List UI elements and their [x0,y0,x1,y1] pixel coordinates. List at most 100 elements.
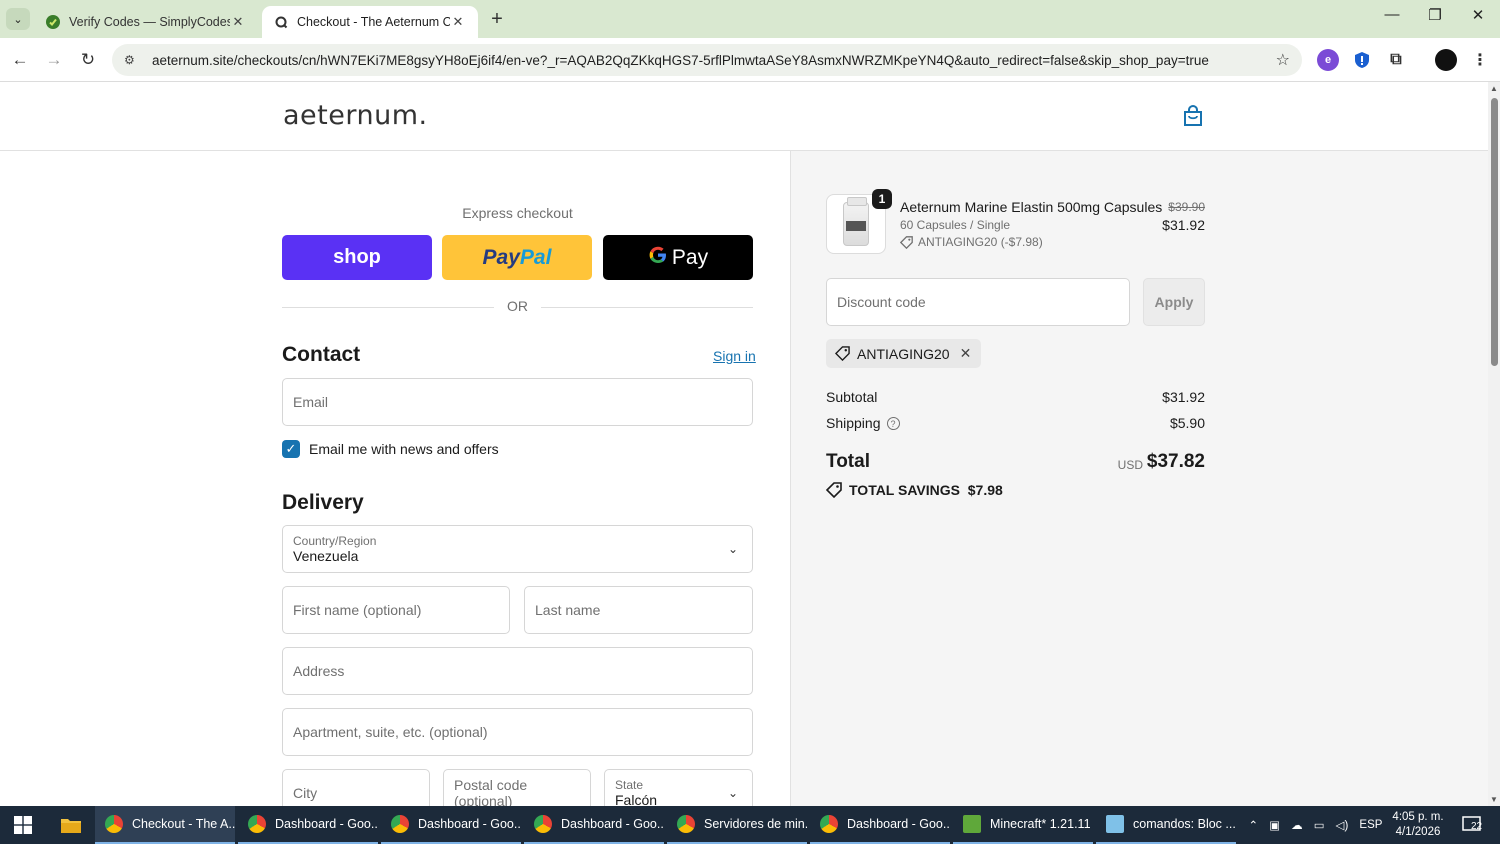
sign-in-link[interactable]: Sign in [713,348,756,364]
apply-button[interactable]: Apply [1143,278,1205,326]
google-g-icon [648,245,668,271]
country-label: Country/Region [293,533,377,548]
reload-icon[interactable]: ↻ [76,48,100,72]
close-tab-icon[interactable]: ✕ [450,14,466,30]
language-indicator[interactable]: ESP [1359,819,1382,831]
taskbar-item[interactable]: comandos: Bloc ... [1096,806,1236,844]
google-pay-label: Pay [671,245,709,269]
product-bottle-image [843,197,869,246]
tab-search-icon[interactable]: ⌄ [6,8,30,30]
shield-icon[interactable] [1351,49,1373,71]
postal-placeholder: Postal code (optional) [454,777,528,806]
total-savings: TOTAL SAVINGS $7.98 [826,482,1003,498]
last-name-field[interactable]: Last name [524,586,753,634]
applied-discount-code: ANTIAGING20 [857,345,950,362]
volume-icon[interactable]: ◁) [1336,818,1349,832]
chevron-up-icon[interactable]: ⌃ [1249,818,1259,832]
new-tab-button[interactable]: + [486,8,508,31]
cloud-icon[interactable]: ☁ [1291,818,1303,832]
tab-simplycodes[interactable]: Verify Codes — SimplyCodes ✕ [34,6,258,38]
shopping-bag-icon[interactable] [1183,104,1203,127]
product-variant: 60 Capsules / Single [900,218,1011,232]
paypal-button[interactable]: Pay Pal [442,235,592,280]
profile-avatar[interactable] [1435,49,1457,71]
store-logo[interactable]: aeternum. [283,100,428,131]
discount-code-input[interactable]: Discount code [826,278,1130,326]
taskbar-item-label: Minecraft* 1.21.11 [990,817,1091,831]
taskbar-item[interactable]: Dashboard - Goo... [381,806,521,844]
browser-toolbar: ← → ↻ ⚙ aeternum.site/checkouts/cn/hWN7E… [0,38,1500,82]
shop-pay-label: shop [333,246,381,268]
city-field[interactable]: City [282,769,430,806]
remove-discount-icon[interactable]: ✕ [960,345,972,362]
bookmark-star-icon[interactable]: ☆ [1276,50,1290,70]
currency-code: USD [1117,458,1143,472]
url-text[interactable]: aeternum.site/checkouts/cn/hWN7EKi7ME8gs… [152,53,1262,68]
menu-dots-icon[interactable]: ⋮ [1469,49,1491,71]
site-info-icon[interactable]: ⚙ [124,53,140,67]
tag-icon [900,235,913,249]
apartment-field[interactable]: Apartment, suite, etc. (optional) [282,708,753,756]
quantity-badge: 1 [872,189,892,209]
forward-icon[interactable]: → [42,48,66,72]
notifications-icon[interactable]: 22 [1462,816,1484,834]
taskbar-item-label: Dashboard - Goo... [561,817,664,831]
country-value: Venezuela [293,547,359,564]
scrollbar-thumb[interactable] [1491,98,1498,366]
taskbar-item-label: Servidores de min... [704,817,807,831]
taskbar-item[interactable]: Checkout - The A... [95,806,235,844]
chevron-down-icon: ⌄ [727,542,738,556]
taskbar-item[interactable]: Dashboard - Goo... [810,806,950,844]
country-select[interactable]: Country/Region Venezuela ⌄ [282,525,753,573]
email-field[interactable]: Email [282,378,753,426]
compare-at-price: $39.90 [1168,200,1205,214]
scroll-down-icon[interactable]: ▼ [1490,795,1498,804]
or-divider: OR [282,298,753,316]
clock[interactable]: 4:05 p. m. 4/1/2026 [1388,810,1448,840]
restore-icon[interactable]: ❐ [1415,6,1455,24]
taskbar-item[interactable]: Minecraft* 1.21.11 [953,806,1093,844]
chrome-icon [534,815,552,833]
tab-title: Verify Codes — SimplyCodes [69,15,230,29]
state-select[interactable]: State Falcón ⌄ [604,769,753,806]
newsletter-checkbox[interactable]: ✓ [282,440,300,458]
order-summary-panel [790,151,1488,806]
taskbar-item-label: Checkout - The A... [132,817,235,831]
chrome-icon [677,815,695,833]
windows-start-icon[interactable] [0,806,46,844]
taskbar-item[interactable]: Servidores de min... [667,806,807,844]
network-icon[interactable]: ▭ [1314,818,1325,832]
close-window-icon[interactable]: ✕ [1458,6,1498,24]
first-name-field[interactable]: First name (optional) [282,586,510,634]
back-icon[interactable]: ← [8,48,32,72]
taskbar-item-label: comandos: Bloc ... [1133,817,1236,831]
tag-icon [826,482,842,498]
first-name-placeholder: First name (optional) [293,602,422,618]
extension-icon[interactable]: e [1317,49,1339,71]
help-icon[interactable]: ? [886,417,900,430]
product-discount: ANTIAGING20 (-$7.98) [900,235,1043,249]
address-field[interactable]: Address [282,647,753,695]
close-tab-icon[interactable]: ✕ [230,14,246,30]
address-bar[interactable]: ⚙ aeternum.site/checkouts/cn/hWN7EKi7ME8… [112,44,1302,76]
shipping-row: Shipping? $5.90 [826,415,1205,431]
discount-placeholder: Discount code [837,294,926,310]
newsletter-row[interactable]: ✓ Email me with news and offers [282,440,499,458]
email-placeholder: Email [293,394,329,410]
tab-checkout[interactable]: Checkout - The Aeternum Com ✕ [262,6,478,38]
taskbar-item[interactable]: Dashboard - Goo... [238,806,378,844]
postal-code-field[interactable]: Postal code (optional) [443,769,591,806]
puzzle-icon[interactable]: ⧉ [1385,49,1407,71]
taskbar-item[interactable]: Dashboard - Goo... [524,806,664,844]
system-tray: ⌃ ▣ ☁ ▭ ◁) ESP [1243,806,1388,844]
shop-pay-button[interactable]: shop [282,235,432,280]
paypal-label-pay: Pay [482,245,520,269]
file-explorer-icon[interactable] [48,806,94,844]
scroll-up-icon[interactable]: ▲ [1490,84,1498,93]
google-pay-button[interactable]: Pay [603,235,753,280]
meet-icon[interactable]: ▣ [1269,818,1280,832]
page-scrollbar[interactable]: ▲ ▼ [1488,82,1500,806]
minimize-icon[interactable]: — [1372,6,1412,23]
clock-time: 4:05 p. m. [1392,811,1444,823]
subtotal-label: Subtotal [826,389,878,405]
